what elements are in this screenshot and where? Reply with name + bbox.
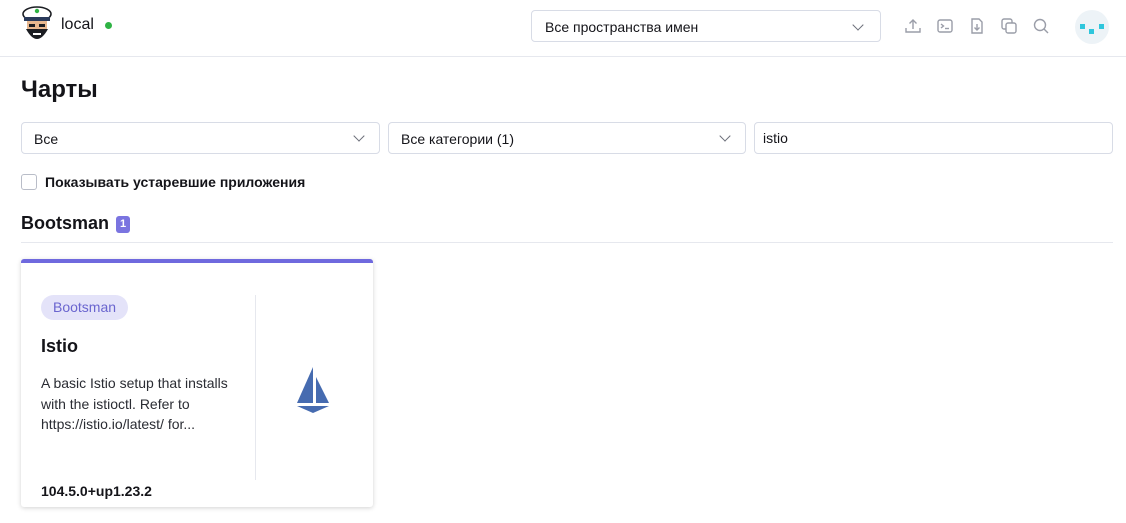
repository-filter-select[interactable]: Все [21, 122, 380, 154]
show-deprecated-checkbox[interactable] [21, 174, 37, 190]
chevron-down-icon [353, 130, 365, 142]
group-title: Bootsman [21, 213, 110, 233]
search-icon[interactable] [1032, 17, 1050, 35]
chart-card-istio[interactable]: Bootsman Istio A basic Istio setup that … [21, 259, 373, 507]
card-description: A basic Istio setup that installs with t… [41, 375, 228, 432]
repository-filter-value: Все [34, 131, 59, 147]
cluster-name[interactable]: local [61, 16, 94, 34]
top-header: local Все пространства имен [0, 0, 1126, 57]
chart-search-input[interactable] [754, 122, 1113, 154]
card-title: Istio [41, 336, 79, 356]
card-version: 104.5.0+up1.23.2 [41, 483, 152, 499]
show-deprecated-label[interactable]: Показывать устаревшие приложения [45, 174, 305, 190]
chevron-down-icon [852, 19, 864, 31]
card-repo-badge: Bootsman [41, 295, 129, 320]
namespace-select[interactable]: Все пространства имен [531, 10, 881, 42]
user-avatar[interactable] [1075, 10, 1109, 44]
download-icon[interactable] [968, 17, 986, 35]
terminal-icon[interactable] [936, 17, 954, 35]
bootsman-logo [22, 6, 52, 39]
istio-sail-icon [297, 367, 329, 413]
group-divider [21, 242, 1113, 243]
category-filter-select[interactable]: Все категории (1) [388, 122, 746, 154]
card-divider [255, 295, 256, 480]
upload-icon[interactable] [904, 17, 922, 35]
page-title: Чарты [21, 76, 98, 103]
namespace-select-value: Все пространства имен [545, 19, 699, 35]
avatar-pattern-icon [1080, 24, 1104, 34]
group-count-badge: 1 [116, 216, 130, 233]
category-filter-value: Все категории (1) [401, 131, 514, 147]
chevron-down-icon [719, 130, 731, 142]
cluster-status-dot [105, 22, 112, 29]
copy-icon[interactable] [1000, 17, 1018, 35]
